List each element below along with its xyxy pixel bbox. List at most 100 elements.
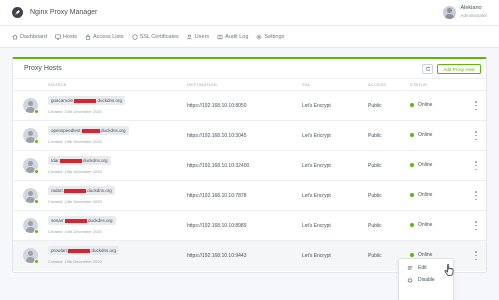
redaction-mark: [81, 128, 100, 133]
status-label: Online: [418, 132, 433, 138]
app-logo[interactable]: [12, 7, 23, 18]
column-status[interactable]: STATUS: [410, 82, 427, 87]
column-access[interactable]: ACCESS: [368, 82, 386, 87]
status-dot: [410, 193, 414, 197]
destination: https://192.168.10.10:3045: [187, 133, 247, 139]
ssl-provider: Let's Encrypt: [302, 133, 331, 139]
ssl-provider: Let's Encrypt: [302, 103, 331, 109]
row-menu-button[interactable]: [474, 101, 478, 110]
status-label: Online: [418, 192, 433, 198]
access-level: Public: [368, 133, 382, 139]
access-level: Public: [368, 223, 382, 229]
menu-item-disable-label: Disable: [418, 277, 435, 283]
redaction-mark: [74, 98, 97, 103]
table-header: SOURCE DESTINATION SSL ACCESS STATUS: [13, 79, 486, 91]
card-title: Proxy Hosts: [24, 65, 62, 72]
power-icon: [407, 277, 413, 283]
nav-hosts-label: Hosts: [62, 33, 77, 40]
access-level: Public: [368, 253, 382, 259]
user-role: Administrator: [460, 13, 487, 18]
lock-icon: [85, 33, 91, 40]
nav-hosts[interactable]: Hosts: [55, 34, 77, 40]
edit-icon: [407, 266, 413, 270]
domain-suffix: .duckdns.org: [96, 98, 123, 103]
destination: https://192.168.10.10:8050: [187, 103, 247, 109]
status-dot: [410, 253, 414, 257]
domain-prefix: prowlarr.: [51, 248, 69, 253]
ssl-provider: Let's Encrypt: [302, 223, 331, 229]
row-menu-button[interactable]: [474, 251, 478, 260]
domain-tag[interactable]: prowlarr. .duckdns.org: [48, 246, 120, 255]
refresh-icon: [425, 66, 430, 72]
domain-suffix: .duckdns.org: [81, 158, 108, 163]
redaction-mark: [64, 188, 87, 193]
nav-settings-label: Settings: [264, 33, 285, 40]
ssl-provider: Let's Encrypt: [302, 163, 331, 169]
domain-tag[interactable]: openspeedtest. .duckdns.org: [48, 126, 129, 135]
status-badge: Online: [410, 162, 432, 168]
status-dot: [410, 133, 414, 137]
redaction-mark: [64, 218, 87, 223]
domain-suffix: .duckdns.org: [90, 248, 117, 253]
shield-icon: [132, 33, 138, 40]
domain-prefix: guacamole.: [51, 98, 75, 103]
domain-tag[interactable]: radarr. .duckdns.org: [48, 186, 115, 195]
main-nav: Dashboard Hosts Access Lists SSL Certifi…: [0, 26, 499, 48]
redaction-mark: [59, 158, 82, 163]
status-label: Online: [418, 162, 433, 168]
row-menu-button[interactable]: [474, 131, 478, 140]
domain-tag[interactable]: guacamole. .duckdns.org: [48, 96, 126, 105]
status-label: Online: [418, 222, 433, 228]
proxy-hosts-card: Proxy Hosts Add Proxy Host SOURCE DESTIN…: [12, 57, 487, 273]
domain-prefix: openspeedtest.: [51, 128, 82, 133]
nav-dashboard[interactable]: Dashboard: [12, 34, 47, 40]
status-badge: Online: [410, 192, 432, 198]
domain-prefix: sonarr.: [51, 218, 65, 223]
online-indicator: [34, 259, 39, 264]
table-row: radarr. .duckdns.org Created: 13th Decemb…: [13, 181, 486, 211]
status-dot: [410, 103, 414, 107]
created-date: Created: 13th December 2020: [48, 199, 102, 204]
destination: https://192.168.10.10:32400: [187, 163, 250, 169]
rocket-icon: [15, 10, 20, 15]
access-level: Public: [368, 163, 382, 169]
online-indicator: [34, 229, 39, 234]
home-icon: [12, 34, 18, 40]
destination: https://192.168.10.10:7878: [187, 193, 247, 199]
row-menu-button[interactable]: [474, 161, 478, 170]
status-badge: Online: [410, 132, 432, 138]
add-proxy-host-button[interactable]: Add Proxy Host: [437, 64, 481, 74]
created-date: Created: 13th December 2020: [48, 139, 102, 144]
nav-audit-log[interactable]: Audit Log: [217, 34, 248, 40]
domain-prefix: radarr.: [51, 188, 65, 193]
user-menu[interactable]: Alekiano Administrator: [443, 5, 487, 19]
status-dot: [410, 223, 414, 227]
nav-settings[interactable]: Settings: [256, 34, 284, 40]
nav-ssl-certificates[interactable]: SSL Certificates: [132, 34, 179, 40]
top-bar: Nginx Proxy Manager Alekiano Administrat…: [0, 0, 499, 26]
domain-prefix: tdar.: [51, 158, 60, 163]
online-indicator: [34, 109, 39, 114]
refresh-button[interactable]: [422, 64, 433, 74]
access-level: Public: [368, 193, 382, 199]
column-ssl[interactable]: SSL: [302, 82, 310, 87]
created-date: Created: 13th December 2020: [48, 259, 102, 264]
domain-tag[interactable]: sonarr. .duckdns.org: [48, 216, 116, 225]
nav-users[interactable]: Users: [187, 34, 209, 40]
created-date: Created: 13th December 2020: [48, 109, 102, 114]
monitor-icon: [55, 34, 61, 40]
row-menu-button[interactable]: [474, 221, 478, 230]
user-avatar[interactable]: [443, 5, 457, 19]
table-row: tdar. .duckdns.org Created: 13th December…: [13, 151, 486, 181]
row-menu-button[interactable]: [474, 191, 478, 200]
column-source[interactable]: SOURCE: [48, 82, 67, 87]
card-header: Proxy Hosts Add Proxy Host: [13, 59, 486, 79]
domain-tag[interactable]: tdar. .duckdns.org: [48, 156, 111, 165]
ssl-provider: Let's Encrypt: [302, 193, 331, 199]
destination: https://192.168.10.10:8989: [187, 223, 247, 229]
column-destination[interactable]: DESTINATION: [187, 82, 217, 87]
nav-access-lists[interactable]: Access Lists: [85, 34, 124, 40]
access-level: Public: [368, 103, 382, 109]
nav-users-label: Users: [194, 33, 210, 40]
user-name: Alekiano: [460, 5, 482, 11]
